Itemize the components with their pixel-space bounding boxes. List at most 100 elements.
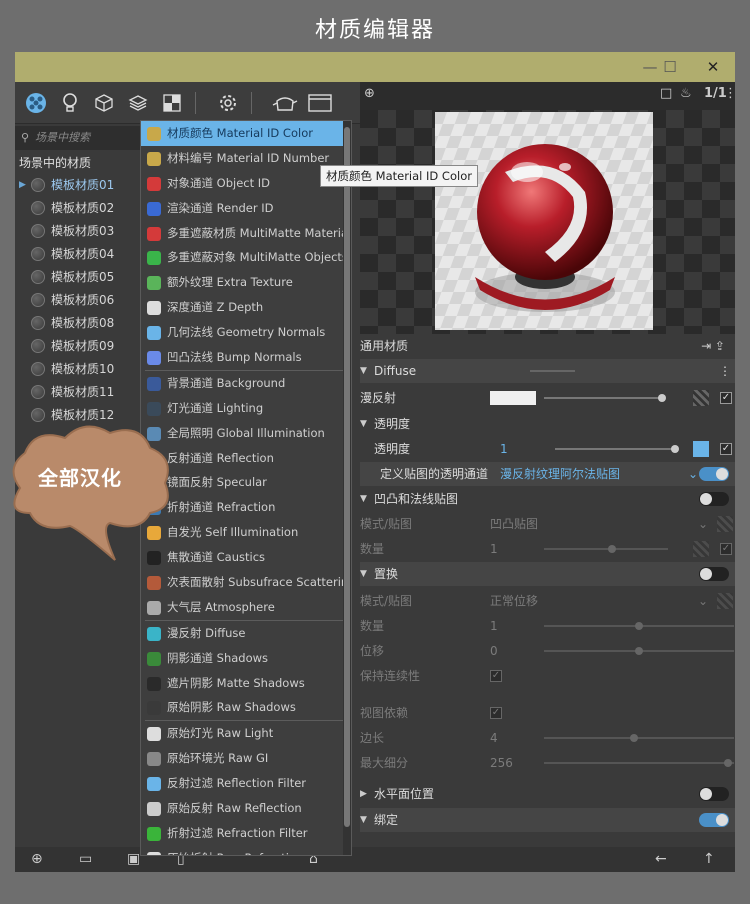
dropdown-item[interactable]: 漫反射 Diffuse [141,621,351,646]
dropdown-item[interactable]: 阴影通道 Shadows [141,646,351,671]
displacement-shift-slider[interactable] [544,647,734,655]
bump-amount-map-button[interactable] [693,541,709,557]
bump-amount-checkbox[interactable]: ✓ [720,543,732,555]
maximize-button[interactable]: ☐ [655,56,685,78]
displacement-shift-value[interactable]: 0 [490,639,498,663]
bump-mode-label: 模式/贴图 [360,517,413,531]
diffuse-map-button[interactable] [693,390,709,406]
menu-dots-icon[interactable]: ⋮ [724,86,737,101]
material-item[interactable]: 模板材质06 [15,289,145,312]
bump-amount-slider[interactable] [544,545,668,553]
edge-length-value[interactable]: 4 [490,726,498,750]
close-button[interactable]: ✕ [698,56,728,78]
max-subdiv-value[interactable]: 256 [490,751,513,775]
displacement-mode-select[interactable]: 正常位移 [490,589,538,613]
transparency-checkbox[interactable]: ✓ [720,443,732,455]
material-item[interactable]: 模板材质04 [15,243,145,266]
pin-arrow-icon[interactable]: ⇥ ⇪ [701,334,725,358]
diffuse-color-swatch[interactable] [490,391,536,405]
dropdown-item[interactable]: 凹凸法线 Bump Normals [141,345,351,370]
material-item[interactable]: 模板材质09 [15,335,145,358]
geometry-icon[interactable] [91,90,117,116]
dropdown-item[interactable]: 折射过滤 Refraction Filter [141,821,351,846]
save-icon[interactable]: ▣ [127,851,140,867]
dropdown-item[interactable]: 大气层 Atmosphere [141,595,351,620]
material-item[interactable]: ▶ 模板材质01 [15,174,145,197]
diffuse-section-header[interactable]: ▼ Diffuse ⋮ [360,359,735,383]
transparency-slider[interactable] [555,445,679,453]
transparency-value[interactable]: 1 [500,437,508,461]
search-input[interactable]: ⚲ 场景中搜索 [15,126,145,150]
new-material-icon[interactable]: ⊕ [31,851,43,867]
square-icon[interactable]: □ [660,86,672,101]
displacement-toggle[interactable] [699,567,729,581]
material-item[interactable]: 模板材质08 [15,312,145,335]
diffuse-slider[interactable] [544,394,666,402]
up-arrow-icon[interactable]: ↑ [703,851,715,867]
displacement-amount-slider[interactable] [544,622,734,630]
max-subdiv-slider[interactable] [544,759,734,767]
bump-map-button[interactable] [717,516,733,532]
dropdown-item[interactable]: 原始折射 Raw Refraction [141,846,351,855]
dropdown-scrollbar[interactable] [343,121,351,855]
render-teapot-icon[interactable] [269,90,301,116]
dropdown-item[interactable]: 原始环境光 Raw GI [141,746,351,771]
open-folder-icon[interactable]: ▭ [79,851,92,867]
water-level-section-header[interactable]: ▶ 水平面位置 [360,782,735,806]
dropdown-item[interactable]: 反射过滤 Reflection Filter [141,771,351,796]
lights-icon[interactable] [57,90,83,116]
teapot-small-icon[interactable]: ♨ [680,86,692,101]
chevron-down-icon[interactable]: ⌄ [688,462,698,486]
section-menu-icon[interactable]: ⋮ [719,359,731,383]
material-item[interactable]: 模板材质10 [15,358,145,381]
dropdown-item[interactable]: 遮片阴影 Matte Shadows [141,671,351,696]
custom-alpha-toggle[interactable] [699,467,729,481]
bump-amount-value[interactable]: 1 [490,537,498,561]
transparency-section-header[interactable]: ▼ 透明度 [360,412,735,436]
water-level-toggle[interactable] [699,787,729,801]
binding-toggle[interactable] [699,813,729,827]
dropdown-item[interactable]: 多重遮蔽材质 MultiMatte Materials [141,221,351,246]
bump-toggle[interactable] [699,492,729,506]
binding-section-header[interactable]: ▼ 绑定 [360,808,735,832]
textures-icon[interactable] [159,90,185,116]
diffuse-checkbox[interactable]: ✓ [720,392,732,404]
transparency-map-button[interactable] [693,441,709,457]
frame-buffer-icon[interactable] [305,90,335,116]
edge-length-slider[interactable] [544,734,734,742]
dropdown-item[interactable]: 额外纹理 Extra Texture [141,270,351,295]
dropdown-item[interactable]: 渲染通道 Render ID [141,196,351,221]
material-item[interactable]: 模板材质05 [15,266,145,289]
view-dependent-row: 视图依赖 ✓ [360,701,735,725]
material-item[interactable]: 模板材质02 [15,197,145,220]
pin-icon[interactable]: ⊕ [364,86,375,101]
custom-alpha-map-select[interactable]: 漫反射纹理阿尔法贴图 [500,462,620,486]
dropdown-item[interactable]: 背景通道 Background [141,371,351,396]
bump-mode-select[interactable]: 凹凸贴图 [490,512,538,536]
dropdown-item[interactable]: 灯光通道 Lighting [141,396,351,421]
material-item[interactable]: 模板材质11 [15,381,145,404]
displacement-section-header[interactable]: ▼ 置换 [360,562,735,586]
material-item[interactable]: 模板材质03 [15,220,145,243]
settings-gear-icon[interactable] [215,90,241,116]
dropdown-item[interactable]: 深度通道 Z Depth [141,295,351,320]
dropdown-item[interactable]: 几何法线 Geometry Normals [141,320,351,345]
dropdown-item[interactable]: 多重遮蔽对象 MultiMatte Objects [141,245,351,270]
dropdown-item[interactable]: 材质颜色 Material ID Color [141,121,351,146]
bump-section-header[interactable]: ▼ 凹凸和法线贴图 [360,487,735,511]
layers-icon[interactable] [125,90,151,116]
dropdown-item[interactable]: 原始反射 Raw Reflection [141,796,351,821]
chevron-down-icon[interactable]: ⌄ [698,512,708,536]
dropdown-item[interactable]: 原始灯光 Raw Light [141,721,351,746]
materials-icon[interactable] [23,90,49,116]
dropdown-item[interactable]: 次表面散射 Subsufrace Scattering [141,570,351,595]
dropdown-item[interactable]: 原始阴影 Raw Shadows [141,695,351,720]
title-bar: — ☐ ✕ [15,52,735,82]
keep-continuity-checkbox[interactable]: ✓ [490,670,502,682]
displacement-amount-value[interactable]: 1 [490,614,498,638]
view-dependent-checkbox[interactable]: ✓ [490,707,502,719]
chevron-down-icon[interactable]: ⌄ [698,589,708,613]
expand-arrow-icon[interactable]: ▶ [19,174,26,197]
displacement-map-button[interactable] [717,593,733,609]
back-arrow-icon[interactable]: ← [655,851,667,867]
